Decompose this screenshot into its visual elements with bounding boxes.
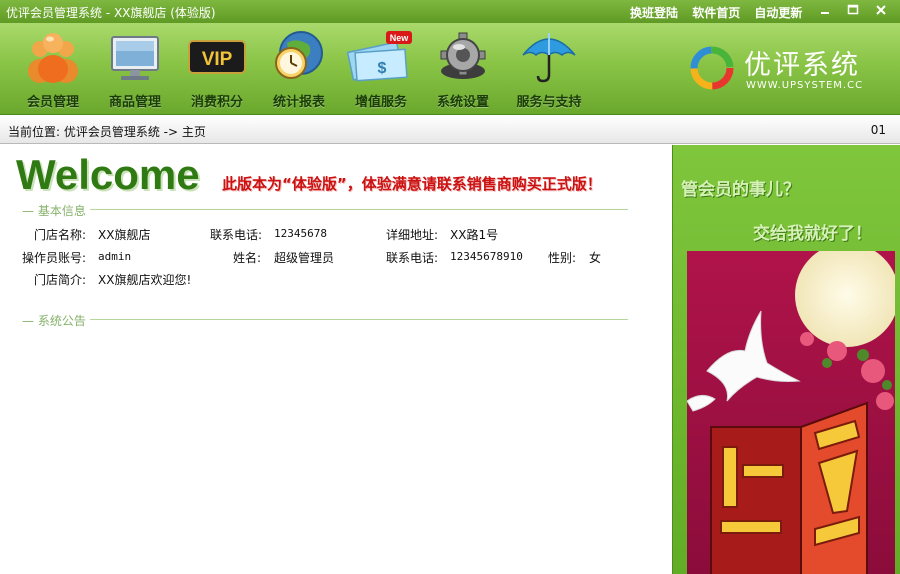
title-links: 换班登陆 软件首页 自动更新 <box>630 4 812 21</box>
minimize-button[interactable] <box>812 1 838 19</box>
toolbar-consumption-points[interactable]: VIP 消费积分 <box>176 29 258 113</box>
switch-shift-login-link[interactable]: 换班登陆 <box>630 6 678 20</box>
page-code: 01 <box>870 123 886 137</box>
vip-icon: VIP <box>187 29 247 85</box>
toolbar-label: 服务与支持 <box>516 95 582 110</box>
close-button[interactable] <box>868 1 894 19</box>
toolbar-label: 会员管理 <box>26 95 79 110</box>
operator-label: 操作员账号: <box>22 251 87 265</box>
store-intro-value: XX旗舰店欢迎您! <box>98 273 192 287</box>
monitor-icon <box>105 29 165 85</box>
trial-notice: 此版本为“体验版”，体验满意请联系销售商购买正式版！ <box>222 175 602 193</box>
toolbar-member-management[interactable]: 会员管理 <box>12 29 94 113</box>
toolbar-label: 系统设置 <box>436 95 489 110</box>
name-label: 姓名: <box>233 251 262 265</box>
minimize-icon <box>821 12 829 14</box>
svg-text:New: New <box>390 33 410 43</box>
title-bar: 优评会员管理系统 - XX旗舰店 (体验版) 换班登陆 软件首页 自动更新 <box>0 0 900 23</box>
toolbar-product-management[interactable]: 商品管理 <box>94 29 176 113</box>
svg-text:$: $ <box>378 60 387 77</box>
basic-info-section: — 基本信息 <box>22 202 628 219</box>
operator-value: admin <box>98 250 132 263</box>
store-phone-label: 联系电话: <box>210 228 263 242</box>
members-icon <box>23 29 83 85</box>
auto-update-link[interactable]: 自动更新 <box>754 6 802 20</box>
store-intro-label: 门店简介: <box>34 273 87 287</box>
toolbar-system-settings[interactable]: 系统设置 <box>422 29 504 113</box>
toolbar-label: 增值服务 <box>354 95 407 110</box>
store-name-label: 门店名称: <box>34 228 87 242</box>
breadcrumb: 当前位置: 优评会员管理系统 -> 主页 <box>8 125 206 139</box>
welcome-heading: Welcome <box>16 151 200 198</box>
contact-phone-label: 联系电话: <box>386 251 439 265</box>
section-title: — 基本信息 <box>22 202 90 219</box>
window-title: 优评会员管理系统 - XX旗舰店 (体验版) <box>6 6 216 20</box>
svg-text:VIP: VIP <box>202 49 233 70</box>
name-value: 超级管理员 <box>274 251 335 265</box>
software-home-link[interactable]: 软件首页 <box>692 6 740 20</box>
home-content: Welcome 此版本为“体验版”，体验满意请联系销售商购买正式版！ — 基本信… <box>0 145 672 574</box>
main-toolbar: 会员管理 商品管理 VIP 消费积分 统计报表 $ New 增值服务 系统设置 … <box>0 23 900 115</box>
contact-phone-value: 12345678910 <box>450 250 523 263</box>
umbrella-icon <box>519 29 579 85</box>
promo-poster <box>687 251 895 574</box>
store-phone-value: 12345678 <box>274 227 327 240</box>
promo-slogan-2: 交给我就好了！ <box>753 224 872 244</box>
gear-icon <box>433 29 493 85</box>
store-name-value: XX旗舰店 <box>98 228 151 242</box>
brand-name: 优评系统 <box>744 50 860 81</box>
toolbar-statistics-report[interactable]: 统计报表 <box>258 29 340 113</box>
logo-icon <box>690 46 734 90</box>
money-icon: $ New <box>346 29 412 85</box>
brand-url: WWW.UPSYSTEM.CC <box>746 80 864 91</box>
section-divider <box>22 209 628 210</box>
toolbar-service-support[interactable]: 服务与支持 <box>504 29 594 113</box>
clock-globe-icon <box>269 29 329 85</box>
breadcrumb-bar: 当前位置: 优评会员管理系统 -> 主页 01 <box>0 116 900 144</box>
section-title: — 系统公告 <box>22 312 90 329</box>
toolbar-label: 消费积分 <box>190 95 243 110</box>
maximize-icon <box>847 4 859 15</box>
section-divider <box>22 319 628 320</box>
gender-label: 性别: <box>548 251 577 265</box>
maximize-button[interactable] <box>840 1 866 19</box>
address-label: 详细地址: <box>386 228 439 242</box>
brand-logo: 优评系统 WWW.UPSYSTEM.CC <box>688 43 888 103</box>
toolbar-label: 统计报表 <box>272 95 325 110</box>
toolbar-label: 商品管理 <box>108 95 161 110</box>
app-window: 优评会员管理系统 - XX旗舰店 (体验版) 换班登陆 软件首页 自动更新 会员… <box>0 0 900 574</box>
announcement-section: — 系统公告 <box>22 312 628 329</box>
toolbar-value-added-services[interactable]: $ New 增值服务 <box>340 29 422 113</box>
gender-value: 女 <box>589 251 602 265</box>
promo-slogan-1: 管会员的事儿？ <box>681 180 800 200</box>
promo-panel: 管会员的事儿？ 交给我就好了！ <box>672 145 900 574</box>
address-value: XX路1号 <box>450 228 499 242</box>
close-icon <box>876 5 886 15</box>
